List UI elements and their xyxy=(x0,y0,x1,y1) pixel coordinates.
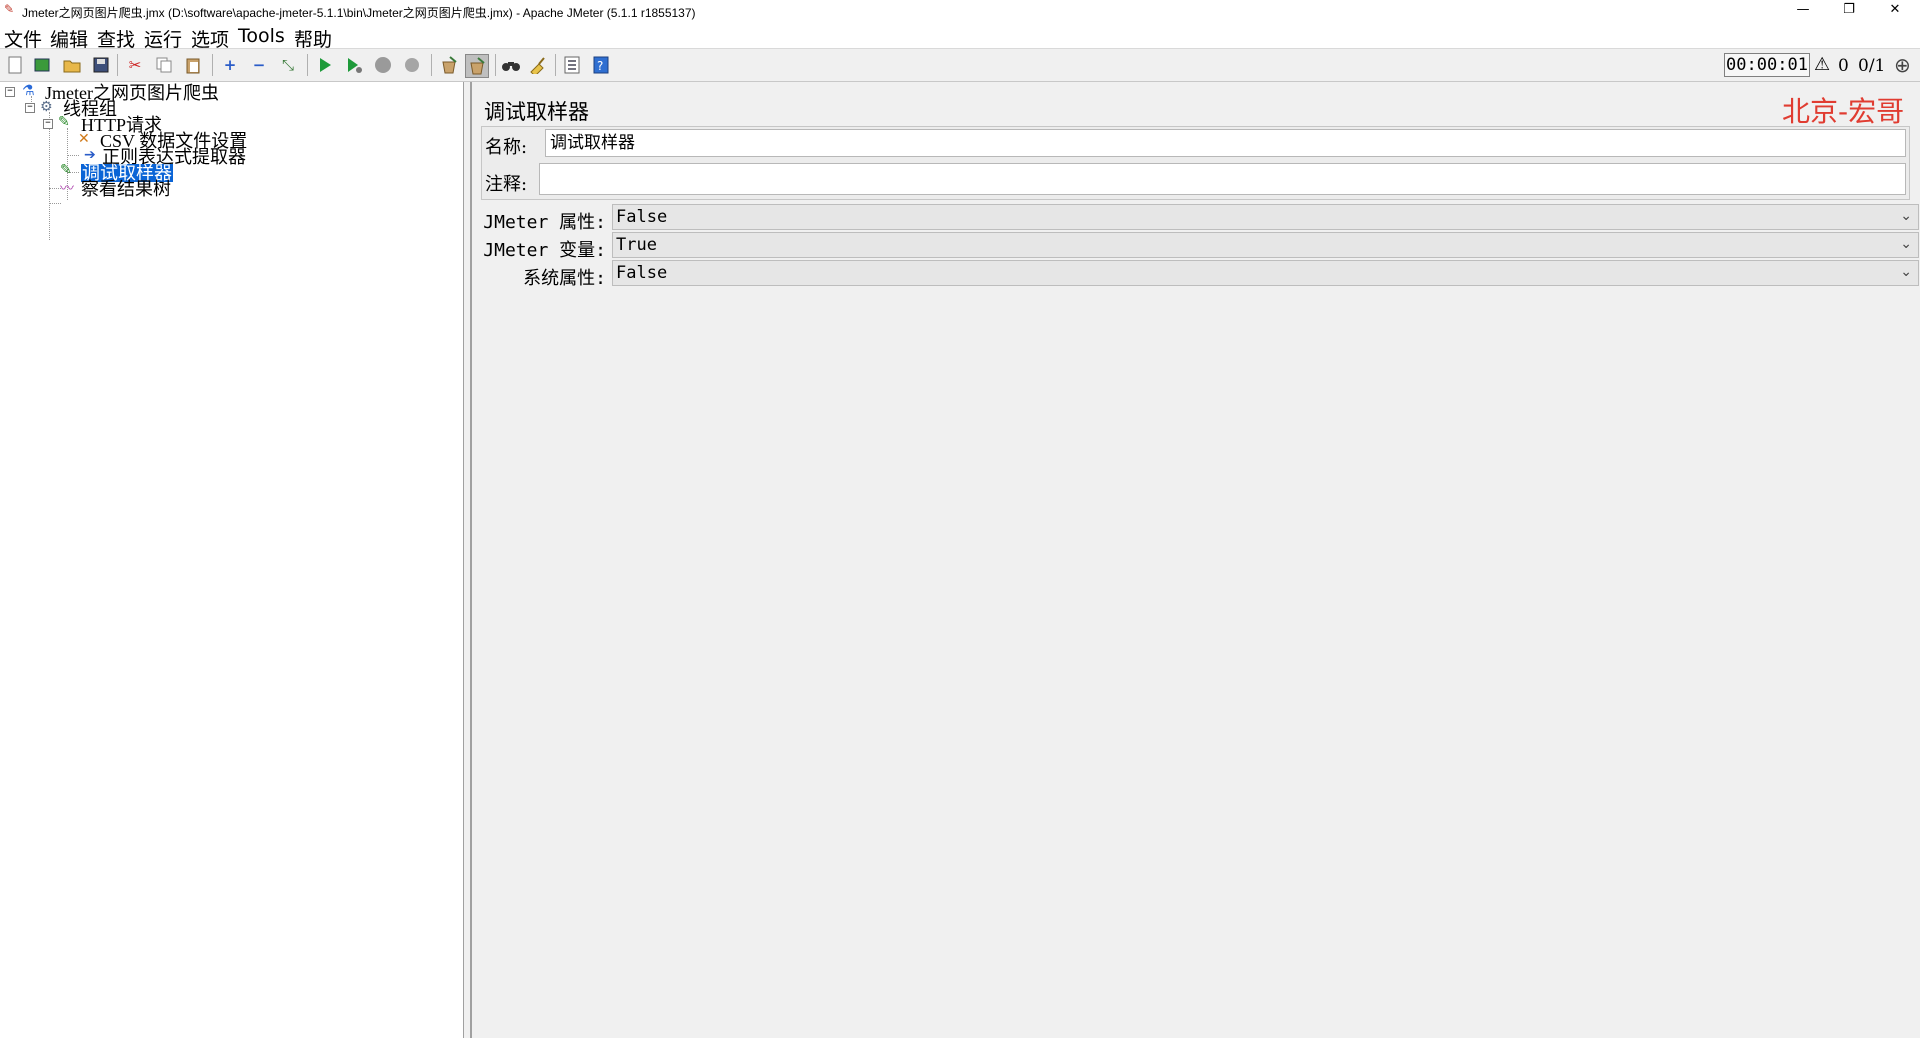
remote-globe-icon[interactable]: ⊕ xyxy=(1894,53,1911,77)
chevron-down-icon: ⌄ xyxy=(1900,208,1912,224)
tree-collapse-toggle[interactable]: − xyxy=(25,103,35,113)
tree-connector xyxy=(49,203,61,204)
jmeter-variables-select[interactable]: True ⌄ xyxy=(612,232,1919,258)
jmeter-properties-select[interactable]: False ⌄ xyxy=(612,204,1919,230)
toggle-icon[interactable]: ⤡ xyxy=(277,54,299,76)
toolbar-separator xyxy=(212,54,213,76)
search-icon[interactable] xyxy=(500,54,522,76)
jmeter-variables-value: True xyxy=(616,235,657,255)
tree-collapse-toggle[interactable]: − xyxy=(5,87,15,97)
active-threads-count: 0/1 xyxy=(1858,56,1886,76)
paste-icon[interactable] xyxy=(182,54,204,76)
new-file-icon[interactable] xyxy=(4,54,26,76)
debug-sampler-pen-icon: ✎ xyxy=(60,162,72,178)
jmeter-properties-value: False xyxy=(616,207,668,227)
start-no-pause-icon[interactable] xyxy=(343,54,365,76)
elapsed-timer: 00:00:01 xyxy=(1724,53,1810,77)
templates-icon[interactable] xyxy=(31,54,53,76)
thread-group-gear-icon: ⚙ xyxy=(40,99,53,115)
comment-input[interactable] xyxy=(539,163,1906,195)
toolbar-separator xyxy=(555,54,556,76)
warning-icon[interactable]: ⚠ xyxy=(1814,54,1830,75)
name-comment-group: 名称: 调试取样器 注释: xyxy=(481,126,1910,200)
shutdown-icon[interactable] xyxy=(401,54,423,76)
results-tree-chart-icon: 〰 xyxy=(60,181,74,197)
name-input[interactable]: 调试取样器 xyxy=(545,129,1906,157)
function-helper-icon[interactable] xyxy=(561,54,583,76)
tree-connector xyxy=(49,112,50,240)
menu-edit[interactable]: 编辑 xyxy=(50,25,88,52)
jmeter-variables-label: JMeter 变量: xyxy=(483,240,606,261)
tree-node-view-results-tree[interactable]: 察看结果树 xyxy=(81,180,171,198)
collapse-icon[interactable]: − xyxy=(248,54,270,76)
menu-bar: 文件 编辑 查找 运行 选项 Tools 帮助 xyxy=(0,22,1920,52)
stop-icon[interactable] xyxy=(372,54,394,76)
regex-extractor-arrow-icon: ➔ xyxy=(84,147,96,163)
comment-label: 注释: xyxy=(485,174,528,195)
minimize-button[interactable]: — xyxy=(1780,0,1826,22)
reset-search-icon[interactable] xyxy=(527,54,549,76)
copy-icon[interactable] xyxy=(153,54,175,76)
restore-button[interactable]: ❐ xyxy=(1826,0,1872,22)
toolbar-separator xyxy=(117,54,118,76)
cut-icon[interactable]: ✂ xyxy=(124,54,146,76)
system-properties-select[interactable]: False ⌄ xyxy=(612,260,1919,286)
jmeter-properties-label: JMeter 属性: xyxy=(483,212,606,233)
toolbar: ✂ + − ⤡ ? 00:00:01 ⚠ 0 0/1 ⊕ xyxy=(0,49,1920,82)
close-button[interactable]: ✕ xyxy=(1872,0,1918,22)
chevron-down-icon: ⌄ xyxy=(1900,236,1912,252)
toolbar-separator xyxy=(495,54,496,76)
warning-count: 0 xyxy=(1838,56,1849,76)
menu-search[interactable]: 查找 xyxy=(97,25,135,52)
debug-options-group: JMeter 属性: False ⌄ JMeter 变量: True ⌄ 系统属… xyxy=(481,204,1920,289)
menu-tools[interactable]: Tools xyxy=(238,25,285,47)
window-title: Jmeter之网页图片爬虫.jmx (D:\software\apache-jm… xyxy=(22,6,696,20)
clear-all-icon[interactable] xyxy=(465,54,489,78)
toolbar-separator xyxy=(307,54,308,76)
debug-sampler-panel: 调试取样器 北京-宏哥 名称: 调试取样器 注释: JMeter 属性: Fal… xyxy=(471,82,1920,1038)
menu-file[interactable]: 文件 xyxy=(4,25,42,52)
tree-collapse-toggle[interactable]: − xyxy=(43,119,53,129)
name-label: 名称: xyxy=(485,137,528,158)
svg-text:?: ? xyxy=(597,59,603,73)
csv-config-cross-icon: ✕ xyxy=(78,131,90,147)
menu-help[interactable]: 帮助 xyxy=(294,25,332,52)
start-icon[interactable] xyxy=(314,54,336,76)
jmeter-feather-icon: ✎ xyxy=(4,2,15,16)
menu-options[interactable]: 选项 xyxy=(191,25,229,52)
chevron-down-icon: ⌄ xyxy=(1900,264,1912,280)
http-sampler-pen-icon: ✎ xyxy=(58,114,70,130)
open-folder-icon[interactable] xyxy=(61,54,83,76)
title-bar: ✎ Jmeter之网页图片爬虫.jmx (D:\software\apache-… xyxy=(0,0,1920,22)
expand-icon[interactable]: + xyxy=(219,54,241,76)
tree-connector xyxy=(67,155,79,156)
panel-title: 调试取样器 xyxy=(484,100,589,124)
test-plan-icon: ⚗ xyxy=(22,83,35,99)
system-properties-label: 系统属性: xyxy=(523,268,606,289)
clear-icon[interactable] xyxy=(438,54,460,76)
system-properties-value: False xyxy=(616,263,668,283)
menu-run[interactable]: 运行 xyxy=(144,25,182,52)
save-icon[interactable] xyxy=(90,54,112,76)
test-plan-tree: − ⚗ Jmeter之网页图片爬虫 − ⚙ 线程组 − ✎ HTTP请求 ✕ C… xyxy=(0,82,464,1038)
watermark: 北京-宏哥 xyxy=(1782,95,1905,128)
help-icon[interactable]: ? xyxy=(590,54,612,76)
pane-splitter[interactable] xyxy=(464,82,471,1038)
toolbar-separator xyxy=(431,54,432,76)
